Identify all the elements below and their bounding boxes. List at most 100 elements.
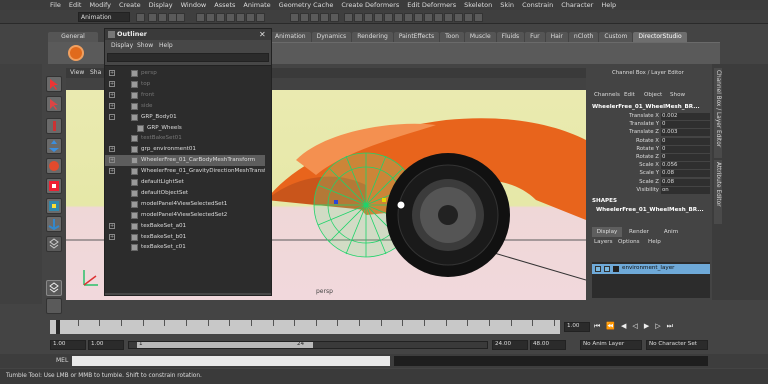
channel-value[interactable]: 0.056 [661,162,710,170]
expand-icon[interactable]: + [109,70,115,76]
layer-menu-help[interactable]: Help [648,239,661,245]
status-line-icon[interactable] [424,13,433,22]
channel-row[interactable]: Translate X 0.002 [590,113,712,121]
status-line-icon[interactable] [136,13,145,22]
menu-item-character[interactable]: Character [557,1,597,9]
paint-select-icon[interactable] [46,118,62,134]
shelf-tab-toon[interactable]: Toon [440,32,464,42]
status-line-icon[interactable] [474,13,483,22]
layout-quad-icon[interactable] [46,280,62,296]
status-line-icon[interactable] [434,13,443,22]
status-line-icon[interactable] [344,13,353,22]
status-line-icon[interactable] [246,13,255,22]
shelf-tab-hair[interactable]: Hair [545,32,568,42]
playback-end-field[interactable]: 24.00 [492,340,528,350]
scale-tool-icon[interactable] [46,178,62,194]
menu-item-create[interactable]: Create [115,1,145,9]
layer-menu-layers[interactable]: Layers [594,239,613,245]
command-input[interactable] [72,356,390,366]
status-line-icon[interactable] [464,13,473,22]
status-line-icon[interactable] [444,13,453,22]
shelf-tab-dynamics[interactable]: Dynamics [311,32,352,42]
status-line-icon[interactable] [320,13,329,22]
timeline-current-marker[interactable] [56,320,60,334]
command-language-label[interactable]: MEL [56,357,68,364]
cb-menu-show[interactable]: Show [670,92,685,98]
shelf-tab-general[interactable]: General [48,32,98,42]
outliner-item[interactable]: + texBakeSet_b01 [105,232,265,243]
expand-icon[interactable]: + [109,146,115,153]
menu-set-select[interactable]: Animation [78,12,130,22]
layer-type-toggle[interactable] [604,266,610,272]
side-tab-channel-box[interactable]: Channel Box / Layer Editor [714,68,722,158]
move-tool-icon[interactable] [46,138,62,154]
play-backward-icon[interactable]: ◁ [632,322,637,332]
menu-item-help[interactable]: Help [597,1,620,9]
status-line-icon[interactable] [290,13,299,22]
channel-value[interactable]: on [661,186,710,194]
layer-tab-render[interactable]: Render [624,227,654,237]
outliner-menu-show[interactable]: Show [137,41,153,51]
outliner-item[interactable]: + WheelerFree_01_GravityDirectionMeshTran… [105,166,265,177]
layer-menu-options[interactable]: Options [618,239,640,245]
expand-icon[interactable]: + [109,102,115,109]
director-studio-icon[interactable] [68,45,84,61]
layer-visibility-toggle[interactable] [595,266,601,272]
outliner-close-icon[interactable]: ✕ [259,30,268,39]
menu-item-skeleton[interactable]: Skeleton [460,1,496,9]
menu-item-geometry-cache[interactable]: Geometry Cache [275,1,338,9]
cb-menu-edit[interactable]: Edit [624,92,635,98]
status-line-icon[interactable] [364,13,373,22]
layout-outliner-icon[interactable] [46,298,62,314]
range-slider-bar[interactable] [137,342,313,348]
channel-row[interactable]: Rotate Z0 [590,154,712,162]
shelf-tab-fluids[interactable]: Fluids [496,32,525,42]
outliner-window[interactable]: Outliner ✕ Display Show Help + persp + top +… [104,28,272,296]
outliner-item[interactable]: + top [105,79,265,90]
outliner-item[interactable]: + texBakeSet_a01 [105,221,265,232]
playback-start-field[interactable]: 1.00 [88,340,124,350]
outliner-item[interactable]: + persp [105,68,265,79]
outliner-item[interactable]: defaultLightSet [105,177,265,188]
channel-row[interactable]: Rotate X0 [590,137,712,146]
outliner-item[interactable]: + WheelerFree_01_CarBodyMeshTransform [105,155,265,166]
play-forward-icon[interactable]: ▶ [644,322,649,332]
outliner-item[interactable]: modelPanel4ViewSelectedSet2 [105,210,265,221]
character-set-select[interactable]: No Character Set [646,340,708,350]
channel-row[interactable]: Scale Y 0.08 [590,170,712,178]
status-line-icon[interactable] [158,13,167,22]
layer-color-swatch[interactable] [613,266,619,272]
range-slider[interactable]: 1 24 [128,341,488,349]
status-line-icon[interactable] [300,13,309,22]
menu-item-edit-deformers[interactable]: Edit Deformers [403,1,460,9]
outliner-item[interactable]: texBakeSet_c01 [105,242,265,253]
channel-value[interactable]: 0.08 [661,178,710,186]
expand-icon[interactable]: + [109,157,115,164]
manipulator-icon[interactable] [46,198,62,214]
status-line-icon[interactable] [394,13,403,22]
layer-tab-display[interactable]: Display [592,227,622,237]
channel-value[interactable]: 0 [661,137,710,145]
menu-item-file[interactable]: File [46,1,65,9]
current-frame-field[interactable]: 1.00 [564,322,590,332]
status-line-icon[interactable] [256,13,265,22]
status-line-icon[interactable] [414,13,423,22]
shelf-tab-painteffects[interactable]: PaintEffects [393,32,440,42]
lasso-tool-icon[interactable] [46,96,62,112]
outliner-item[interactable]: defaultObjectSet [105,188,265,199]
select-tool-icon[interactable] [46,76,62,92]
shelf-tab-muscle[interactable]: Muscle [464,32,496,42]
status-line-icon[interactable] [236,13,245,22]
menu-item-animate[interactable]: Animate [239,1,274,9]
step-back-frame-icon[interactable]: ◀ [621,322,626,332]
outliner-item[interactable]: GRP_Wheels [105,123,265,134]
status-line-icon[interactable] [196,13,205,22]
step-forward-frame-icon[interactable]: ▷ [655,322,660,332]
outliner-item[interactable]: modelPanel4ViewSelectedSet1 [105,199,265,210]
shelf-tab-directorstudio[interactable]: DirectorStudio [633,32,687,42]
outliner-item[interactable]: – GRP_Body01 [105,112,265,123]
status-line-icon[interactable] [374,13,383,22]
status-line-icon[interactable] [454,13,463,22]
menu-item-display[interactable]: Display [145,1,177,9]
expand-icon[interactable]: + [109,222,115,229]
